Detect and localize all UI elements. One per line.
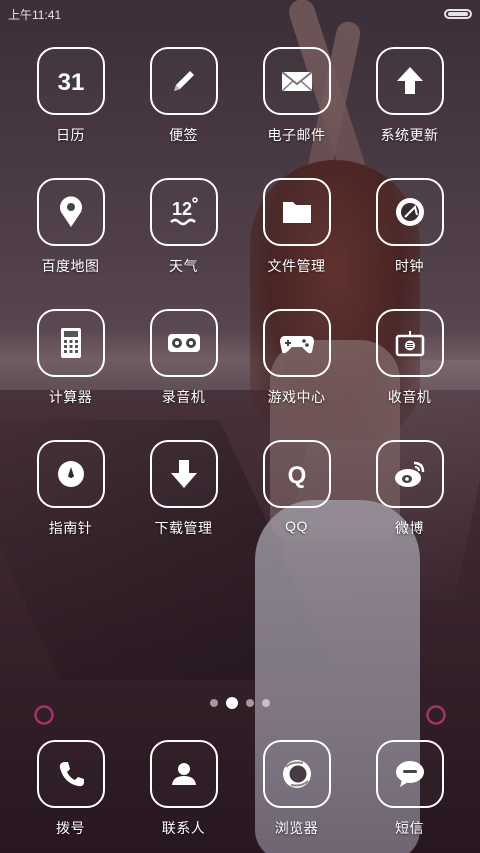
weibo-icon[interactable] xyxy=(375,440,444,508)
svg-text:12: 12 xyxy=(171,199,191,219)
dock-phone[interactable]: 拨号 xyxy=(14,740,127,838)
app-weibo[interactable]: 微博 xyxy=(353,440,466,571)
battery-icon xyxy=(444,9,472,19)
browser-ring-icon[interactable] xyxy=(262,740,331,808)
app-baidu-map[interactable]: 百度地图 xyxy=(14,178,127,309)
app-radio[interactable]: 收音机 xyxy=(353,309,466,440)
app-label: QQ xyxy=(285,518,308,534)
gamepad-icon[interactable] xyxy=(262,309,331,377)
dock-browser[interactable]: 浏览器 xyxy=(240,740,353,838)
app-label: 拨号 xyxy=(56,820,85,836)
app-label: 指南针 xyxy=(48,520,93,536)
tape-recorder-icon[interactable] xyxy=(149,309,218,377)
app-grid: 31 日历 便签 电子邮件 系统更新 百度地图 12 天气 文件管理 时钟 计算… xyxy=(14,47,466,571)
app-game-center[interactable]: 游戏中心 xyxy=(240,309,353,440)
status-time: 上午11:41 xyxy=(8,7,62,22)
app-label: 微博 xyxy=(395,520,424,536)
weather-icon[interactable]: 12 xyxy=(149,178,218,246)
app-file-manager[interactable]: 文件管理 xyxy=(240,178,353,309)
pencil-icon[interactable] xyxy=(149,47,218,115)
app-label: 日历 xyxy=(56,127,85,143)
upload-arrow-icon[interactable] xyxy=(375,47,444,115)
dock-contacts[interactable]: 联系人 xyxy=(127,740,240,838)
app-calculator[interactable]: 计算器 xyxy=(14,309,127,440)
svg-text:31: 31 xyxy=(57,69,84,96)
folder-icon[interactable] xyxy=(262,178,331,246)
app-system-update[interactable]: 系统更新 xyxy=(353,47,466,178)
message-bubble-icon[interactable] xyxy=(375,740,444,808)
app-recorder[interactable]: 录音机 xyxy=(127,309,240,440)
phone-icon[interactable] xyxy=(36,740,105,808)
app-label: 百度地图 xyxy=(41,258,100,274)
app-qq[interactable]: Q QQ xyxy=(240,440,353,571)
app-label: 下载管理 xyxy=(154,520,213,536)
app-clock[interactable]: 时钟 xyxy=(353,178,466,309)
app-label: 系统更新 xyxy=(380,127,439,143)
app-label: 游戏中心 xyxy=(267,389,326,405)
app-download-manager[interactable]: 下载管理 xyxy=(127,440,240,571)
app-label: 收音机 xyxy=(387,389,432,405)
radio-icon[interactable] xyxy=(375,309,444,377)
download-arrow-icon[interactable] xyxy=(149,440,218,508)
dock: 拨号 联系人 浏览器 短信 xyxy=(14,740,466,838)
app-label: 浏览器 xyxy=(274,820,319,836)
app-weather[interactable]: 12 天气 xyxy=(127,178,240,309)
app-label: 时钟 xyxy=(395,258,424,274)
app-label: 文件管理 xyxy=(267,258,326,274)
map-pin-icon[interactable] xyxy=(36,178,105,246)
app-label: 便签 xyxy=(169,127,198,143)
app-calendar[interactable]: 31 日历 xyxy=(14,47,127,178)
status-bar: 上午11:41 xyxy=(0,0,480,28)
person-icon[interactable] xyxy=(149,740,218,808)
dock-divider xyxy=(34,705,446,725)
qq-icon[interactable]: Q xyxy=(262,440,331,508)
dock-messages[interactable]: 短信 xyxy=(353,740,466,838)
app-label: 计算器 xyxy=(48,389,93,405)
app-label: 短信 xyxy=(395,820,424,836)
app-email[interactable]: 电子邮件 xyxy=(240,47,353,178)
clock-icon[interactable] xyxy=(375,178,444,246)
calculator-icon[interactable] xyxy=(36,309,105,377)
app-label: 联系人 xyxy=(161,820,206,836)
envelope-icon[interactable] xyxy=(262,47,331,115)
app-compass[interactable]: 指南针 xyxy=(14,440,127,571)
svg-text:Q: Q xyxy=(287,462,306,489)
compass-icon[interactable] xyxy=(36,440,105,508)
calendar-icon[interactable]: 31 xyxy=(36,47,105,115)
app-label: 录音机 xyxy=(161,389,206,405)
app-notes[interactable]: 便签 xyxy=(127,47,240,178)
app-label: 天气 xyxy=(169,258,198,274)
app-label: 电子邮件 xyxy=(267,127,326,143)
